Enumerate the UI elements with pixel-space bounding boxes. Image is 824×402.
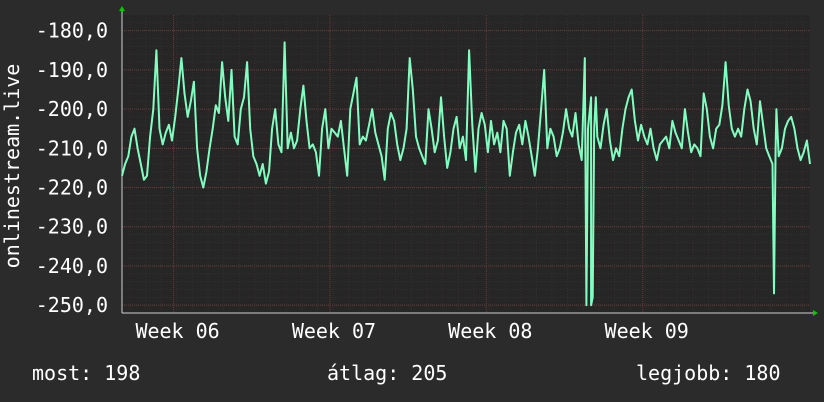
y-tick-label: -180,0 [36, 19, 108, 43]
x-tick-label: Week 09 [605, 319, 689, 343]
x-tick-label: Week 08 [448, 319, 532, 343]
y-tick-label: -240,0 [36, 254, 108, 278]
x-tick-labels: Week 06 Week 07 Week 08 Week 09 [135, 319, 688, 343]
plot-background [122, 15, 810, 313]
y-axis-title: onlinestream.live [0, 64, 24, 269]
stat-current: most: 198 [32, 361, 141, 385]
y-tick-label: -230,0 [36, 215, 108, 239]
x-axis-arrow-icon [813, 310, 818, 316]
y-tick-label: -210,0 [36, 136, 108, 160]
y-axis-arrow-icon [119, 6, 125, 11]
y-tick-label: -200,0 [36, 97, 108, 121]
y-tick-label: -190,0 [36, 58, 108, 82]
stat-best: legjobb: 180 [636, 361, 781, 385]
y-tick-label: -250,0 [36, 293, 108, 317]
x-tick-label: Week 06 [135, 319, 219, 343]
y-tick-label: -220,0 [36, 176, 108, 200]
x-tick-label: Week 07 [292, 319, 376, 343]
chart: -180,0 -190,0 -200,0 -210,0 -220,0 -230,0 -240… [0, 6, 818, 343]
stat-average: átlag: 205 [327, 361, 448, 385]
y-tick-labels: -180,0 -190,0 -200,0 -210,0 -220,0 -230,0 -240… [36, 19, 108, 317]
